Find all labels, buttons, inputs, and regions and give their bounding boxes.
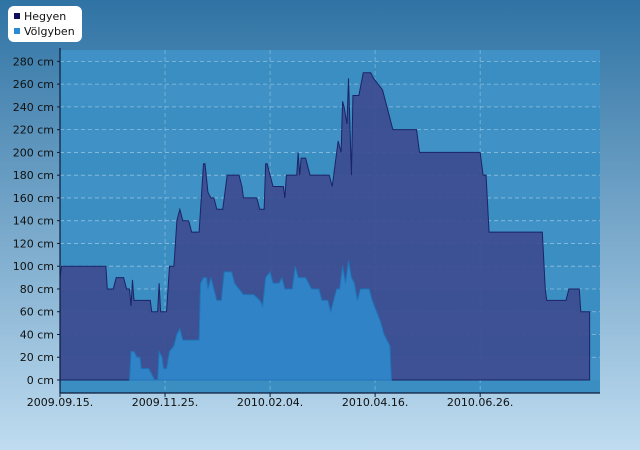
y-band bbox=[60, 129, 600, 153]
y-tick-label: 60 cm bbox=[20, 306, 54, 319]
y-band bbox=[60, 50, 600, 62]
legend-marker-volgyben bbox=[14, 28, 20, 34]
x-tick-label: 2009.09.15. bbox=[27, 396, 93, 409]
y-tick-label: 40 cm bbox=[20, 328, 54, 341]
y-tick-label: 140 cm bbox=[13, 215, 54, 228]
chart-container: 0 cm 20 cm 40 cm 60 cm 80 cm 100 cm 120 cm 140 … bbox=[0, 0, 640, 450]
y-tick-label: 280 cm bbox=[13, 55, 54, 68]
y-tick-label: 240 cm bbox=[13, 101, 54, 114]
legend-marker-hegyen bbox=[14, 13, 20, 19]
legend-label-volgyben: Völgyben bbox=[24, 25, 75, 38]
x-tick-label: 2009.11.25. bbox=[132, 396, 198, 409]
y-tick-labels: 0 cm 20 cm 40 cm 60 cm 80 cm 100 cm 120 cm 140 … bbox=[13, 55, 54, 387]
y-tick-label: 260 cm bbox=[13, 78, 54, 91]
y-tick-label: 180 cm bbox=[13, 169, 54, 182]
area-chart: 0 cm 20 cm 40 cm 60 cm 80 cm 100 cm 120 cm 140 … bbox=[0, 0, 640, 450]
y-tick-label: 160 cm bbox=[13, 192, 54, 205]
y-tick-label: 0 cm bbox=[27, 374, 54, 387]
y-tick-label: 120 cm bbox=[13, 237, 54, 250]
y-tick-label: 220 cm bbox=[13, 124, 54, 137]
x-tick-label: 2010.02.04. bbox=[237, 396, 303, 409]
y-band bbox=[60, 84, 600, 107]
legend: Hegyen Völgyben bbox=[8, 6, 82, 42]
y-tick-label: 80 cm bbox=[20, 283, 54, 296]
y-tick-label: 100 cm bbox=[13, 260, 54, 273]
legend-label-hegyen: Hegyen bbox=[24, 10, 66, 23]
x-tick-label: 2010.06.26. bbox=[447, 396, 513, 409]
x-tick-label: 2010.04.16. bbox=[342, 396, 408, 409]
y-tick-label: 20 cm bbox=[20, 351, 54, 364]
y-tick-label: 200 cm bbox=[13, 146, 54, 159]
